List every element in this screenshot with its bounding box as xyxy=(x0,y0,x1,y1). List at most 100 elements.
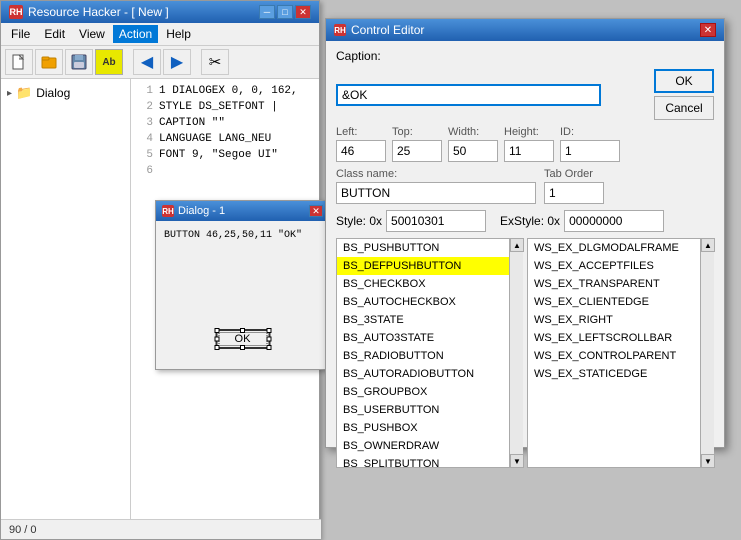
ce-taborder-label: Tab Order xyxy=(544,168,604,180)
maximize-button[interactable]: □ xyxy=(277,5,293,19)
new-button[interactable] xyxy=(5,49,33,75)
ce-style-scrollbar[interactable]: ▲ ▼ xyxy=(509,238,523,468)
exstyle-list-item-6[interactable]: WS_EX_CONTROLPARENT xyxy=(528,347,707,365)
style-list-item-3[interactable]: BS_AUTOCHECKBOX xyxy=(337,293,516,311)
save-button[interactable] xyxy=(65,49,93,75)
ce-id-input[interactable] xyxy=(560,140,620,162)
exstyle-list-item-1[interactable]: WS_EX_ACCEPTFILES xyxy=(528,257,707,275)
menu-edit[interactable]: Edit xyxy=(38,25,71,43)
ce-classname-group: Class name: xyxy=(336,168,536,204)
menu-view[interactable]: View xyxy=(73,25,111,43)
menu-action[interactable]: Action xyxy=(113,25,158,43)
ce-width-group: Width: xyxy=(448,126,498,162)
dialog-code-text: BUTTON 46,25,50,11 "OK" xyxy=(164,229,321,243)
ce-style-scroll-up[interactable]: ▲ xyxy=(510,238,524,252)
handle-ml xyxy=(214,337,219,342)
ce-style-scroll-down[interactable]: ▼ xyxy=(510,454,524,468)
ce-top-label: Top: xyxy=(392,126,442,138)
code-line-6: 6 xyxy=(135,163,315,179)
ok-button-preview[interactable]: OK xyxy=(215,329,270,349)
main-window-controls: ─ □ ✕ xyxy=(259,5,311,19)
style-list-item-5[interactable]: BS_AUTO3STATE xyxy=(337,329,516,347)
code-line-5: 5 FONT 9, "Segoe UI" xyxy=(135,147,315,163)
ce-title-bar: RH Control Editor ✕ xyxy=(326,19,724,41)
ce-taborder-input[interactable] xyxy=(544,182,604,204)
tree-item-label: Dialog xyxy=(36,86,70,100)
ce-top-input[interactable] xyxy=(392,140,442,162)
ce-dimensions-row: Left: Top: Width: Height: ID: xyxy=(336,126,714,162)
ce-caption-input-row: OK Cancel xyxy=(336,69,714,120)
back-button[interactable]: ◀ xyxy=(133,49,161,75)
control-editor-dialog: RH Control Editor ✕ Caption: OK Cancel L… xyxy=(325,18,725,448)
handle-tl xyxy=(214,328,219,333)
style-list-item-1[interactable]: BS_DEFPUSHBUTTON xyxy=(337,257,516,275)
line-text-3: CAPTION "" xyxy=(159,115,225,131)
ce-classname-label: Class name: xyxy=(336,168,536,180)
ce-left-input[interactable] xyxy=(336,140,386,162)
ce-style-input[interactable] xyxy=(386,210,486,232)
menu-help[interactable]: Help xyxy=(160,25,197,43)
style-list-item-12[interactable]: BS_SPLITBUTTON xyxy=(337,455,516,468)
ce-exstyle-list-container: WS_EX_DLGMODALFRAMEWS_EX_ACCEPTFILESWS_E… xyxy=(527,238,714,468)
ce-id-label: ID: xyxy=(560,126,620,138)
dialog-title-bar: RH Dialog - 1 ✕ xyxy=(156,201,329,221)
ce-body: Caption: OK Cancel Left: Top: Width: xyxy=(326,41,724,476)
exstyle-list-item-3[interactable]: WS_EX_CLIENTEDGE xyxy=(528,293,707,311)
style-list-item-10[interactable]: BS_PUSHBOX xyxy=(337,419,516,437)
line-text-1: 1 DIALOGEX 0, 0, 162, xyxy=(159,83,298,99)
close-button[interactable]: ✕ xyxy=(295,5,311,19)
style-list-item-4[interactable]: BS_3STATE xyxy=(337,311,516,329)
style-list-item-2[interactable]: BS_CHECKBOX xyxy=(337,275,516,293)
menu-file[interactable]: File xyxy=(5,25,36,43)
ce-exstyle-scroll-up[interactable]: ▲ xyxy=(701,238,715,252)
minimize-button[interactable]: ─ xyxy=(259,5,275,19)
exstyle-list-item-0[interactable]: WS_EX_DLGMODALFRAME xyxy=(528,239,707,257)
exstyle-list-item-2[interactable]: WS_EX_TRANSPARENT xyxy=(528,275,707,293)
dialog-title: Dialog - 1 xyxy=(178,205,225,217)
resource-tree[interactable]: ▸ 📁 Dialog xyxy=(1,79,131,519)
ce-close-button[interactable]: ✕ xyxy=(700,23,716,37)
dialog-preview-window[interactable]: RH Dialog - 1 ✕ BUTTON 46,25,50,11 "OK" … xyxy=(155,200,330,370)
dialog-button-area: OK xyxy=(215,329,270,349)
scissors-button[interactable]: ✂ xyxy=(201,49,229,75)
ce-ok-button[interactable]: OK xyxy=(654,69,714,93)
tree-arrow-icon: ▸ xyxy=(7,88,12,99)
open-button[interactable] xyxy=(35,49,63,75)
ce-exstyle-label: ExStyle: 0x xyxy=(500,214,560,228)
toolbar: Ab ◀ ▶ ✂ xyxy=(1,46,319,79)
style-list-item-0[interactable]: BS_PUSHBUTTON xyxy=(337,239,516,257)
text-editor-button[interactable]: Ab xyxy=(95,49,123,75)
status-text: 90 / 0 xyxy=(9,524,37,536)
ce-classname-row: Class name: Tab Order xyxy=(336,168,714,204)
ce-style-listbox[interactable]: BS_PUSHBUTTONBS_DEFPUSHBUTTONBS_CHECKBOX… xyxy=(336,238,517,468)
line-num-1: 1 xyxy=(135,83,153,99)
exstyle-list-item-4[interactable]: WS_EX_RIGHT xyxy=(528,311,707,329)
folder-icon: 📁 xyxy=(16,85,32,101)
ce-caption-input[interactable] xyxy=(336,84,601,106)
style-list-item-7[interactable]: BS_AUTORADIOBUTTON xyxy=(337,365,516,383)
exstyle-list-item-5[interactable]: WS_EX_LEFTSCROLLBAR xyxy=(528,329,707,347)
style-list-item-11[interactable]: BS_OWNERDRAW xyxy=(337,437,516,455)
handle-bl xyxy=(214,345,219,350)
ce-classname-input[interactable] xyxy=(336,182,536,204)
line-text-4: LANGUAGE LANG_NEU xyxy=(159,131,271,147)
style-list-item-8[interactable]: BS_GROUPBOX xyxy=(337,383,516,401)
main-window-title: Resource Hacker - [ New ] xyxy=(28,5,169,19)
style-list-item-9[interactable]: BS_USERBUTTON xyxy=(337,401,516,419)
ce-width-input[interactable] xyxy=(448,140,498,162)
app-icon: RH xyxy=(9,5,23,19)
line-text-5: FONT 9, "Segoe UI" xyxy=(159,147,278,163)
dialog-close-btn[interactable]: ✕ xyxy=(309,205,323,217)
ce-exstyle-input[interactable] xyxy=(564,210,664,232)
tree-item-dialog[interactable]: ▸ 📁 Dialog xyxy=(5,83,126,103)
dialog-content: BUTTON 46,25,50,11 "OK" OK xyxy=(156,221,329,369)
style-list-item-6[interactable]: BS_RADIOBUTTON xyxy=(337,347,516,365)
forward-button[interactable]: ▶ xyxy=(163,49,191,75)
handle-br xyxy=(266,345,271,350)
ce-cancel-button[interactable]: Cancel xyxy=(654,96,714,120)
ce-exstyle-scroll-down[interactable]: ▼ xyxy=(701,454,715,468)
ce-exstyle-listbox[interactable]: WS_EX_DLGMODALFRAMEWS_EX_ACCEPTFILESWS_E… xyxy=(527,238,708,468)
exstyle-list-item-7[interactable]: WS_EX_STATICEDGE xyxy=(528,365,707,383)
code-line-4: 4 LANGUAGE LANG_NEU xyxy=(135,131,315,147)
ce-height-input[interactable] xyxy=(504,140,554,162)
